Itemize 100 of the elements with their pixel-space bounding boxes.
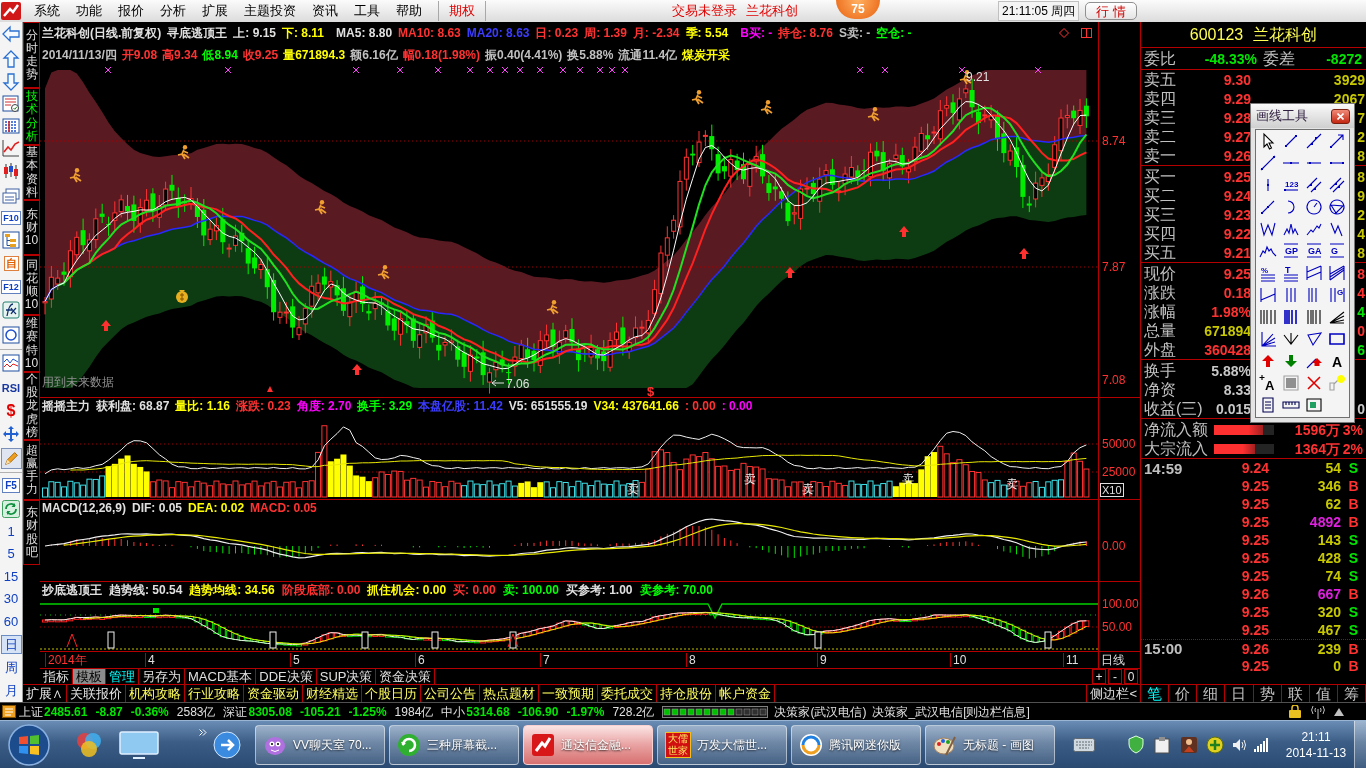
template-tab[interactable]: 资金决策	[376, 669, 436, 684]
signal-icon[interactable]	[1254, 737, 1268, 752]
candlestick-chart-icon[interactable]	[2, 162, 20, 180]
panel-toggle-icon[interactable]	[1081, 28, 1092, 38]
text-lines-tool[interactable]: T	[1281, 264, 1300, 282]
taskbar-button[interactable]: 腾讯网迷你版	[791, 724, 921, 765]
period-button[interactable]: 15	[0, 566, 22, 586]
shortcut-button[interactable]: F5	[2, 478, 20, 493]
menu-item[interactable]: 主题投资	[236, 1, 304, 21]
function-curve-icon[interactable]	[2, 301, 20, 320]
period-button[interactable]: 日	[0, 635, 22, 654]
side-tab[interactable]: 超赢手力	[23, 440, 40, 500]
menu-item[interactable]: 工具	[346, 1, 388, 21]
template-tab[interactable]: 管理	[106, 669, 139, 684]
ga-line-tool[interactable]: GA	[1305, 242, 1324, 260]
line-chart-icon[interactable]	[2, 138, 20, 157]
menu-item[interactable]: 期权	[449, 1, 475, 21]
speed-fan-icon[interactable]	[1258, 330, 1277, 348]
menu-item[interactable]: 帮助	[388, 1, 430, 21]
menu-item[interactable]: 扩展	[194, 1, 236, 21]
diagonal-line-icon[interactable]	[1258, 154, 1277, 172]
period-button[interactable]: 周	[0, 657, 22, 677]
period-button[interactable]: 1	[0, 522, 22, 541]
shortcut-button[interactable]: F12	[1, 280, 21, 295]
parallel-channel-icon[interactable]	[1328, 176, 1347, 194]
side-tab[interactable]: 个股龙虎榜	[23, 372, 40, 440]
taskbar-button[interactable]: VV聊天室 70...	[255, 724, 385, 765]
zoom-button[interactable]: 0	[1124, 669, 1138, 684]
template-tab[interactable]: 模板	[73, 669, 106, 684]
add-text-tool[interactable]: A	[1258, 374, 1277, 392]
price-label-tool[interactable]: 123	[1281, 176, 1300, 194]
menu-item[interactable]: 报价	[110, 1, 152, 21]
stacked-windows-icon[interactable]	[2, 186, 20, 205]
g-line-tool[interactable]: G	[1328, 242, 1347, 260]
app-logo-icon[interactable]	[1, 2, 21, 20]
template-tab[interactable]: 指标	[40, 669, 73, 684]
close-button[interactable]	[1331, 108, 1350, 124]
side-tab[interactable]: 维赛特10	[23, 315, 40, 372]
side-tab[interactable]: 东财股吧	[23, 500, 40, 565]
plus-circle-icon[interactable]	[1206, 735, 1224, 754]
menu-item[interactable]: 功能	[68, 1, 110, 21]
fan-channel-icon[interactable]	[1328, 264, 1347, 282]
dense-lines-icon[interactable]	[1305, 308, 1324, 326]
menu-item[interactable]: 资讯	[304, 1, 346, 21]
zoom-button[interactable]: -	[1108, 669, 1122, 684]
period-button[interactable]: 5	[0, 544, 22, 564]
circle-triangle-icon[interactable]	[1328, 198, 1347, 216]
shield-icon[interactable]	[1128, 735, 1144, 754]
side-tab[interactable]: 基本资料	[23, 145, 40, 200]
side-tab[interactable]: 同花顺10	[23, 255, 40, 315]
taskbar-button[interactable]: 三种屏幕截...	[389, 724, 519, 765]
angle-lines-icon[interactable]	[1258, 286, 1277, 304]
chevron-icon[interactable]	[199, 729, 207, 736]
figure-icon[interactable]	[1180, 735, 1198, 754]
shortcut-button[interactable]: $	[6, 402, 16, 419]
g-bars-tool[interactable]: G	[1328, 286, 1347, 304]
period-button[interactable]: 月	[0, 680, 22, 700]
menu-item[interactable]: 分析	[152, 1, 194, 21]
shortcut-button[interactable]: F10	[1, 211, 21, 226]
clipboard-icon[interactable]	[1154, 735, 1170, 754]
wave-icon[interactable]	[1258, 220, 1277, 238]
indicator-button[interactable]: RSI	[1, 382, 21, 394]
down-arrow-icon[interactable]	[2, 73, 20, 91]
period-lines-icon[interactable]	[1258, 308, 1277, 326]
market-button[interactable]: 行 情	[1085, 2, 1138, 20]
side-tab[interactable]: 分时走势	[23, 22, 40, 88]
zoom-button[interactable]: +	[1092, 669, 1106, 684]
short-segment-icon[interactable]	[1258, 198, 1277, 216]
move-icon[interactable]	[2, 424, 20, 443]
period-button[interactable]: 60	[0, 612, 22, 631]
taskbar-button[interactable]: 无标题 - 画图	[925, 724, 1055, 765]
rectangle-icon[interactable]	[1328, 330, 1347, 348]
side-tab[interactable]: 技术分析	[23, 88, 40, 145]
thick-lines-icon[interactable]	[1281, 308, 1300, 326]
trade-status[interactable]: 交易未登录	[672, 1, 737, 21]
percent-lines-tool[interactable]: %	[1258, 264, 1277, 282]
refresh-icon[interactable]	[2, 500, 20, 519]
show-desktop-button[interactable]	[1354, 721, 1366, 768]
x-mark-icon[interactable]	[1305, 374, 1324, 392]
monitor-icon[interactable]	[117, 728, 161, 761]
start-button[interactable]	[7, 722, 51, 767]
wave-chart-icon[interactable]	[2, 354, 20, 373]
color-grid-icon[interactable]	[2, 116, 20, 135]
gp-line-tool[interactable]: GP	[1281, 242, 1300, 260]
line-icon[interactable]	[1305, 132, 1324, 150]
parallel-lines-icon[interactable]	[1305, 176, 1324, 194]
checklist-icon[interactable]	[2, 95, 20, 114]
picture-icon[interactable]	[1305, 396, 1324, 414]
period-button[interactable]: 30	[0, 589, 22, 609]
tree-diagram-icon[interactable]	[2, 231, 20, 250]
side-tab[interactable]: 东财10	[23, 200, 40, 255]
keyboard-icon[interactable]	[1073, 737, 1095, 752]
up-arrow-icon[interactable]	[2, 49, 20, 68]
channel-icon[interactable]	[1305, 264, 1324, 282]
text-tool[interactable]: A	[1328, 352, 1347, 370]
shortcut-button[interactable]: 自	[3, 256, 19, 271]
pencil-icon[interactable]	[0, 448, 22, 470]
menu-item[interactable]: 系统	[26, 1, 68, 21]
ray-arrow-icon[interactable]	[1328, 132, 1347, 150]
back-arrow-icon[interactable]	[2, 25, 20, 44]
